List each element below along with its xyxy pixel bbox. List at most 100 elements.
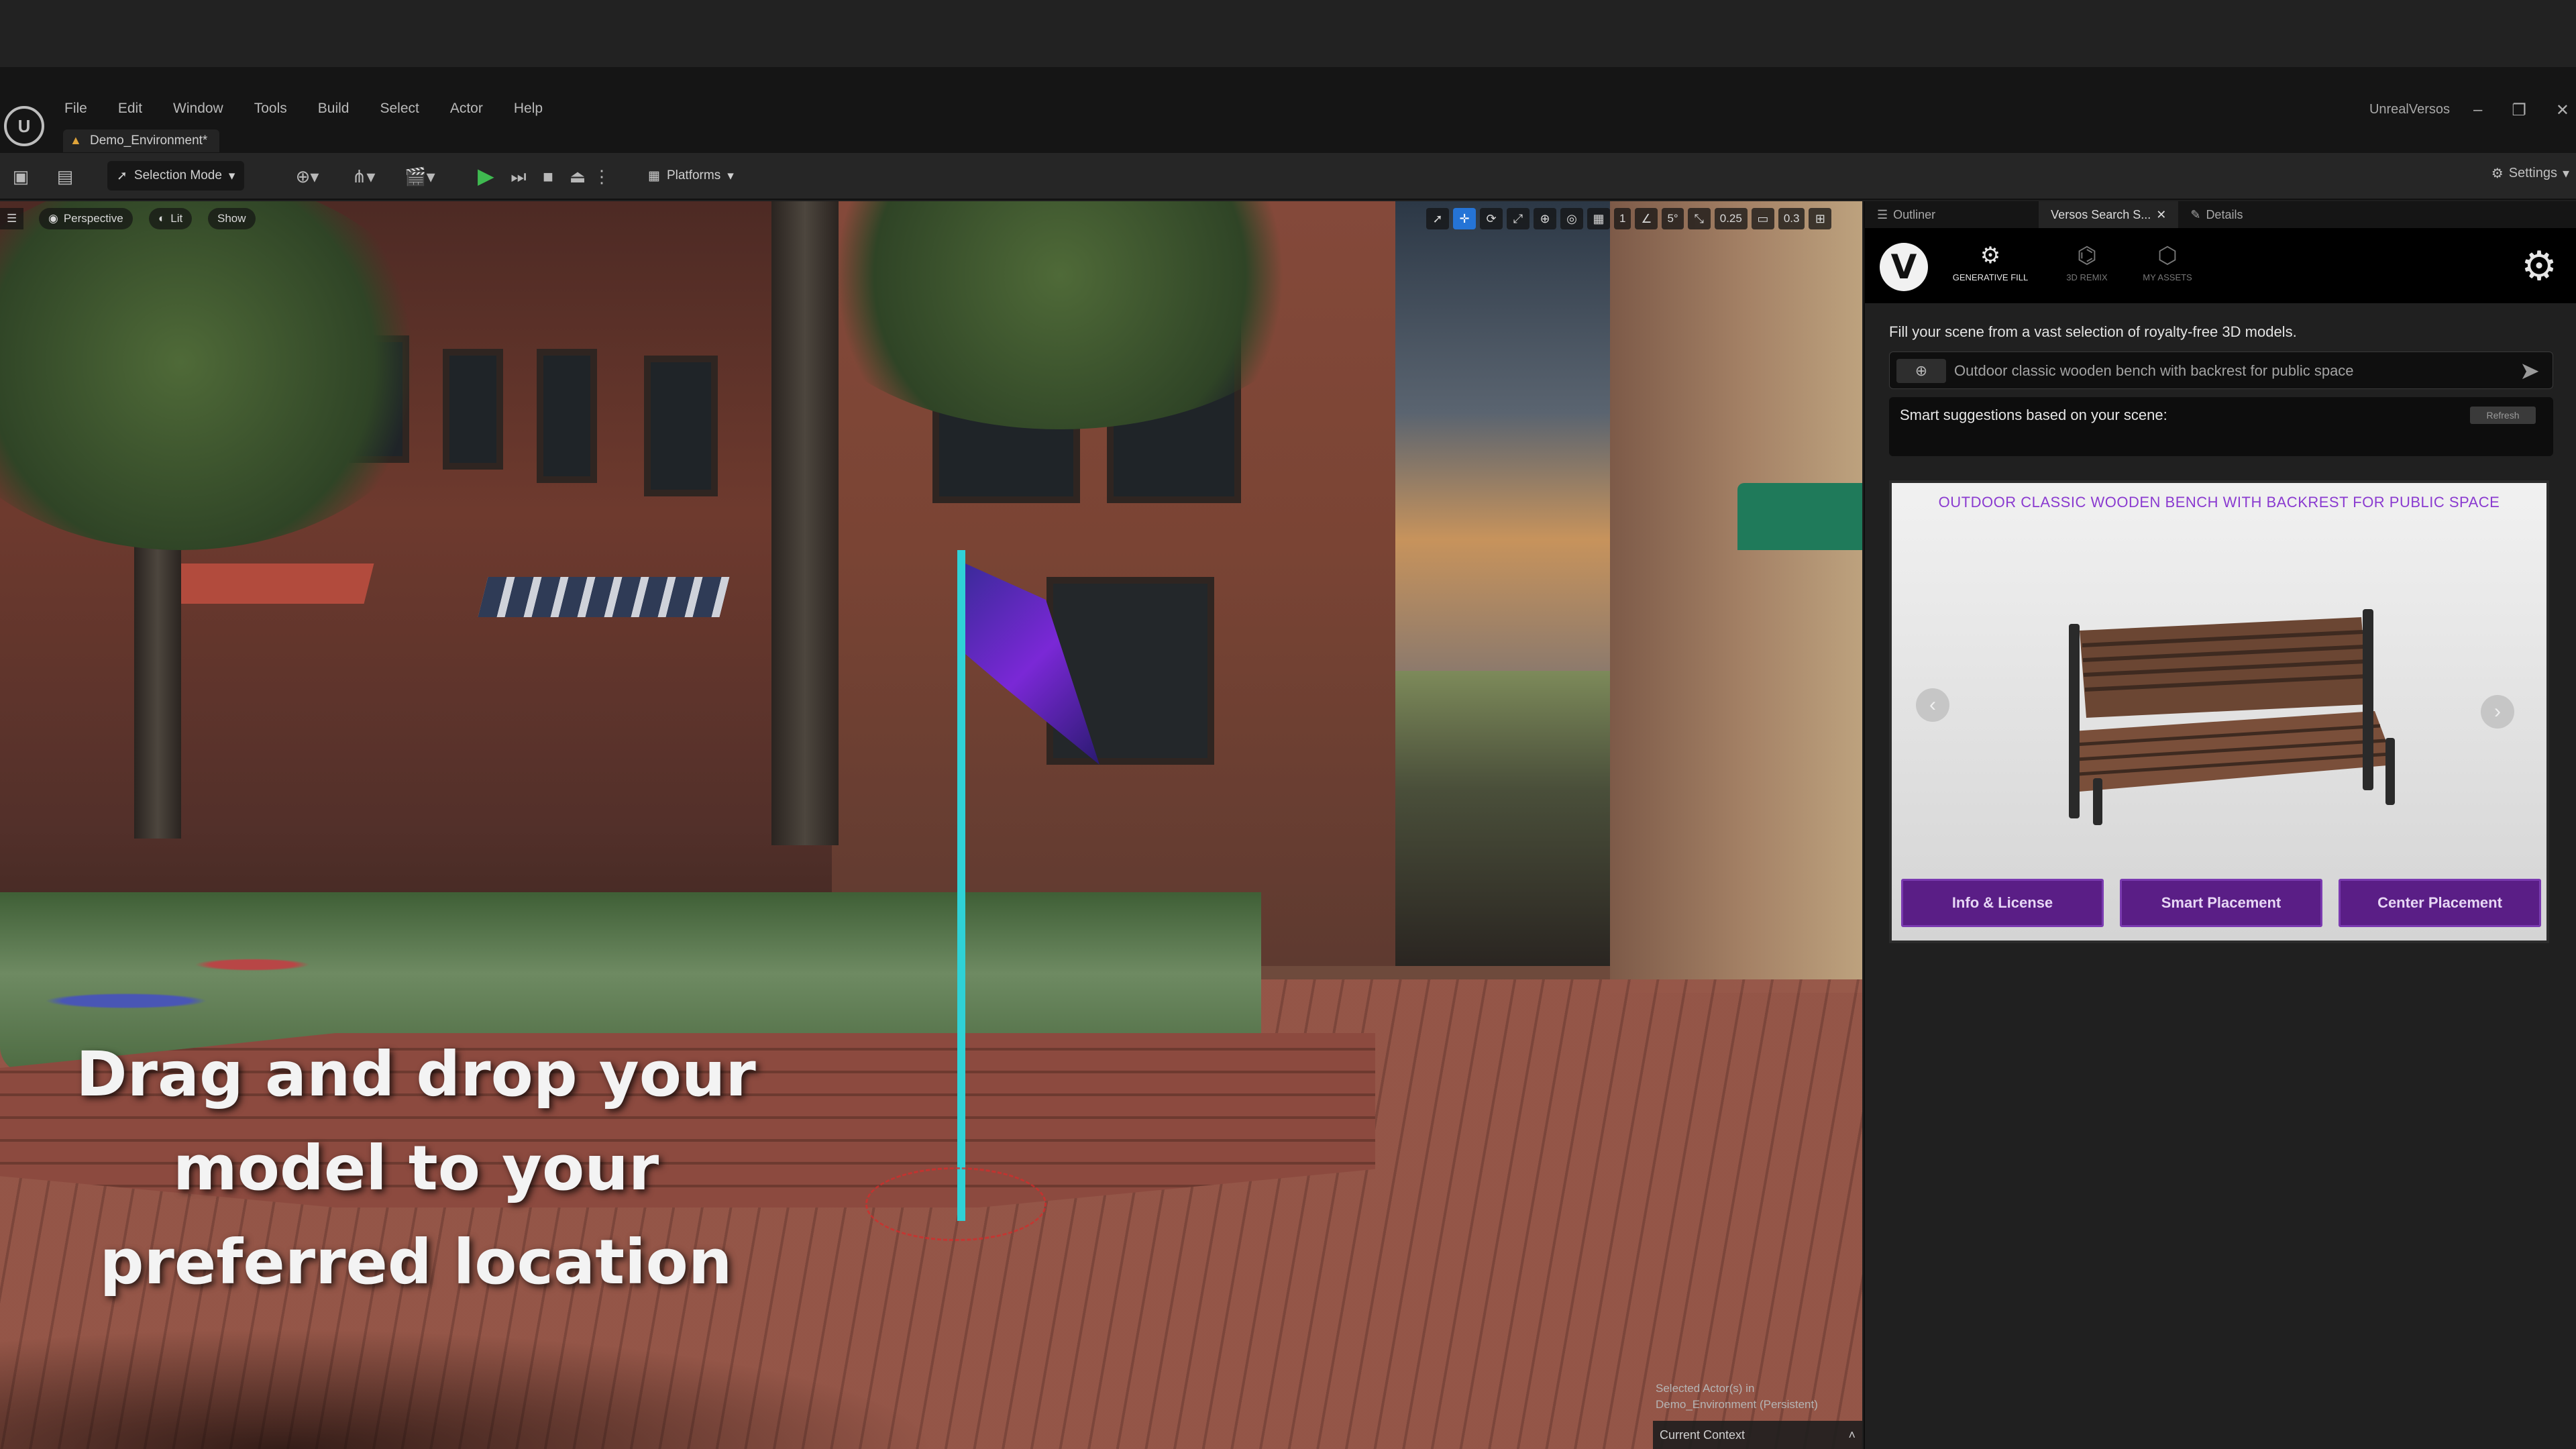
minimize-button[interactable]: –	[2473, 101, 2482, 120]
tab-details[interactable]: ✎ Details	[2178, 201, 2255, 228]
tab-versos-search[interactable]: Versos Search S... ✕	[2039, 201, 2179, 228]
close-tab-icon[interactable]: ✕	[2156, 208, 2166, 222]
generative-fill-icon: ⚙	[1980, 243, 2001, 268]
transform-gizmo[interactable]	[865, 1167, 1046, 1241]
main-menu: File Edit Window Tools Build Select Acto…	[64, 101, 543, 117]
menu-select[interactable]: Select	[380, 101, 419, 117]
alley-background	[1395, 671, 1623, 966]
settings-label: Settings	[2508, 166, 2557, 180]
show-label: Show	[217, 212, 246, 225]
building-window	[644, 356, 718, 496]
scale-snap-value[interactable]: 0.25	[1714, 208, 1748, 229]
prompt-input[interactable]	[1954, 358, 2504, 384]
menu-window[interactable]: Window	[173, 101, 223, 117]
gear-icon: ⚙	[2491, 166, 2504, 181]
level-tab-label: Demo_Environment*	[90, 133, 208, 148]
transform-tools: ➚ ✛ ⟳ ⤢ ⊕ ◎ ▦ 1 ∠ 5° ⤡ 0.25 ▭ 0.3 ⊞	[1426, 208, 1832, 229]
add-actor-icon[interactable]: ⊕▾	[287, 165, 327, 188]
grid-snap-value[interactable]: 1	[1614, 208, 1631, 229]
striped-awning	[478, 577, 730, 617]
viewport-toolbar: ☰ ◉ Perspective ◐ Lit Show ➚ ✛ ⟳ ⤢ ⊕ ◎ ▦…	[0, 201, 1862, 236]
view-mode-button[interactable]: ◐ Lit	[149, 208, 193, 229]
unreal-logo-icon[interactable]: U	[4, 106, 44, 146]
building-window	[537, 349, 597, 483]
smart-placement-button[interactable]: Smart Placement	[2120, 879, 2322, 927]
step-icon[interactable]: ⏭	[507, 165, 530, 188]
viewport-menu-icon[interactable]: ☰	[0, 208, 24, 229]
previous-arrow-icon[interactable]: ‹	[1916, 688, 1949, 722]
nav-my-assets[interactable]: ⬡ MY ASSETS	[2117, 241, 2218, 282]
smart-suggestions: Smart suggestions based on your scene: R…	[1889, 397, 2553, 456]
tab-outliner[interactable]: ☰ Outliner	[1865, 201, 1947, 228]
save-icon[interactable]: ▣	[9, 165, 32, 188]
cinematics-icon[interactable]: 🎬▾	[400, 165, 440, 188]
add-image-button[interactable]: ⊕	[1896, 359, 1946, 383]
camera-speed-value[interactable]: 0.3	[1778, 208, 1805, 229]
selected-level-label: Demo_Environment (Persistent)	[1656, 1398, 1818, 1411]
angle-snap-icon[interactable]: ∠	[1635, 208, 1658, 229]
nav-generative-fill-label: GENERATIVE FILL	[1952, 272, 2029, 282]
scale-snap-icon[interactable]: ⤡	[1687, 208, 1711, 229]
scale-tool-icon[interactable]: ⤢	[1507, 208, 1529, 229]
level-viewport[interactable]: Drag and drop your model to your preferr…	[0, 201, 1862, 1449]
nav-generative-fill[interactable]: ⚙ GENERATIVE FILL	[1940, 241, 2041, 282]
eject-icon[interactable]: ⏏	[566, 165, 589, 188]
model-title: OUTDOOR CLASSIC WOODEN BENCH WITH BACKRE…	[1938, 494, 2500, 511]
selection-mode-dropdown[interactable]: ➚ Selection Mode ▾	[107, 161, 245, 191]
close-button[interactable]: ✕	[2556, 101, 2569, 120]
menu-edit[interactable]: Edit	[118, 101, 142, 117]
level-icon: ▲	[70, 133, 82, 147]
context-bar[interactable]: Current Context ˄	[1653, 1421, 1862, 1449]
menu-actor[interactable]: Actor	[450, 101, 483, 117]
show-button[interactable]: Show	[208, 208, 256, 229]
selection-info: Selected Actor(s) in Demo_Environment (P…	[1656, 1381, 1818, 1413]
gear-icon[interactable]: ⚙	[2517, 244, 2561, 288]
versos-panel: ☰ Outliner Versos Search S... ✕ ✎ Detail…	[1864, 201, 2576, 1449]
maximize-button[interactable]: ❐	[2512, 101, 2526, 120]
chevron-up-icon: ˄	[1848, 1428, 1856, 1442]
stop-icon[interactable]: ■	[537, 165, 559, 188]
menu-help[interactable]: Help	[514, 101, 543, 117]
camera-speed-icon[interactable]: ▭	[1751, 208, 1774, 229]
suggestions-label: Smart suggestions based on your scene:	[1900, 407, 2167, 423]
model-card[interactable]: OUTDOOR CLASSIC WOODEN BENCH WITH BACKRE…	[1889, 480, 2549, 943]
sky	[1395, 201, 1623, 671]
tab-details-label: Details	[2206, 207, 2243, 221]
play-icon[interactable]: ▶	[478, 162, 500, 189]
level-tab[interactable]: ▲ Demo_Environment*	[63, 129, 220, 152]
menu-file[interactable]: File	[64, 101, 87, 117]
bench-model-preview[interactable]	[2053, 604, 2408, 825]
play-options-icon[interactable]: ⋮	[593, 165, 610, 188]
outliner-icon: ☰	[1877, 207, 1888, 221]
platforms-dropdown[interactable]: ▦ Platforms ▾	[639, 161, 743, 191]
translate-tool-icon[interactable]: ✛	[1453, 208, 1476, 229]
info-license-button[interactable]: Info & License	[1901, 879, 2104, 927]
angle-snap-value[interactable]: 5°	[1662, 208, 1684, 229]
tutorial-caption: Drag and drop your model to your preferr…	[76, 1038, 756, 1298]
content-browser-icon[interactable]: ▤	[54, 165, 76, 188]
flag-pole[interactable]	[957, 550, 965, 1221]
menu-tools[interactable]: Tools	[254, 101, 287, 117]
rotate-tool-icon[interactable]: ⟳	[1480, 208, 1503, 229]
cursor-icon: ➚	[117, 168, 127, 183]
world-space-icon[interactable]: ⊕	[1534, 208, 1556, 229]
select-tool-icon[interactable]: ➚	[1426, 208, 1449, 229]
next-arrow-icon[interactable]: ›	[2481, 695, 2514, 729]
surface-snap-icon[interactable]: ◎	[1560, 208, 1583, 229]
maximize-viewport-icon[interactable]: ⊞	[1809, 208, 1832, 229]
current-context-label: Current Context	[1660, 1428, 1746, 1442]
perspective-button[interactable]: ◉ Perspective	[39, 208, 133, 229]
menu-build[interactable]: Build	[318, 101, 350, 117]
center-placement-button[interactable]: Center Placement	[2339, 879, 2541, 927]
pencil-icon: ✎	[2190, 207, 2201, 221]
grid-snap-icon[interactable]: ▦	[1587, 208, 1610, 229]
platforms-label: Platforms	[666, 168, 721, 182]
building-window	[443, 349, 503, 470]
selection-mode-label: Selection Mode	[133, 168, 222, 182]
refresh-button[interactable]: Refresh	[2470, 407, 2536, 424]
perspective-label: Perspective	[63, 212, 123, 225]
send-icon[interactable]: ➤	[2515, 358, 2544, 384]
blueprint-icon[interactable]: ⋔▾	[343, 165, 384, 188]
project-name: UnrealVersos	[2369, 102, 2450, 117]
settings-dropdown[interactable]: ⚙ Settings ▾	[2491, 165, 2569, 182]
